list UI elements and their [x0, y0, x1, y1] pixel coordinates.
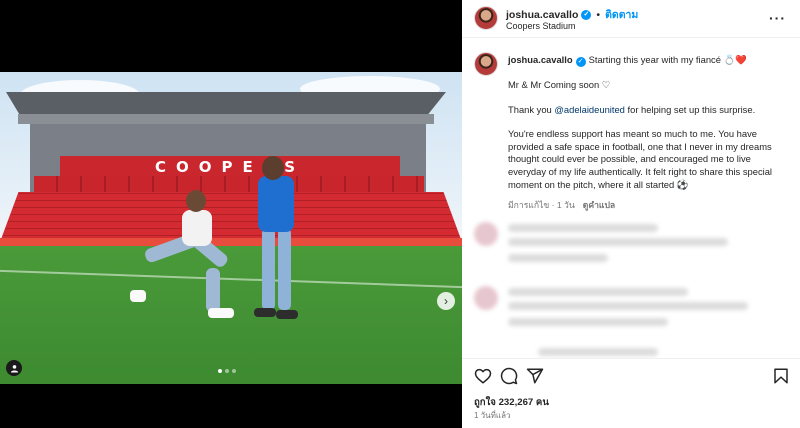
blurred-text	[508, 302, 748, 310]
post-photo[interactable]: COOPERS ›	[0, 72, 462, 384]
standing-person-head	[262, 156, 284, 180]
separator: •	[596, 8, 601, 21]
caption-line: joshua.cavallo ✓ Starting this year with m…	[508, 54, 788, 67]
standing-person-leg	[262, 228, 275, 310]
comment-blurred	[474, 222, 788, 276]
location-link[interactable]: Coopers Stadium	[506, 21, 576, 31]
comment-icon[interactable]	[500, 367, 518, 385]
caption-paragraph: You're endless support has meant so much…	[508, 128, 788, 191]
chevron-right-icon[interactable]: ›	[437, 292, 455, 310]
caption-paragraph: Thank you @adelaideunited for helping se…	[508, 104, 788, 117]
carousel-dots	[218, 369, 236, 373]
stand-sign-text: COOPERS	[154, 158, 306, 176]
avatar[interactable]	[474, 6, 498, 30]
blurred-text	[508, 254, 608, 262]
caption-meta: มีการแก้ไข · 1 วัน ดูคำแปล	[508, 199, 788, 212]
caption-text: for helping set up this surprise.	[624, 103, 756, 115]
caption-text: You're endless support has meant so much…	[508, 128, 773, 190]
carousel-dot	[225, 369, 229, 373]
verified-badge-icon: ✓	[581, 9, 592, 20]
standing-person-leg	[278, 228, 291, 310]
caption-paragraph: Mr & Mr Coming soon ♡	[508, 79, 788, 92]
standing-person-shirt	[258, 176, 294, 232]
lower-seats	[0, 192, 462, 242]
avatar[interactable]	[474, 52, 498, 76]
post-actions: ถูกใจ 232,267 คน 1 วันที่แล้ว	[462, 358, 800, 428]
kneeling-person-shin	[206, 268, 220, 312]
blurred-text	[508, 238, 728, 246]
edited-time: มีการแก้ไข · 1 วัน	[508, 200, 575, 211]
shoe	[254, 308, 276, 317]
kneeling-person-head	[186, 190, 206, 212]
kneeling-person-shirt	[182, 210, 212, 246]
shoe	[130, 290, 146, 302]
share-icon[interactable]	[526, 367, 544, 385]
blurred-text	[538, 348, 658, 356]
verified-badge-icon: ✓	[575, 57, 586, 67]
avatar	[474, 286, 498, 310]
comment-blurred	[474, 286, 788, 340]
user-icon	[10, 364, 18, 373]
likes-count[interactable]: ถูกใจ 232,267 คน	[474, 395, 549, 410]
ring-heart-emoji: 💍❤️	[723, 54, 747, 65]
shoe	[276, 310, 298, 319]
post-timestamp: 1 วันที่แล้ว	[474, 411, 511, 420]
comment-blurred	[474, 346, 788, 358]
caption-text: Mr & Mr Coming soon	[508, 79, 600, 90]
follow-button[interactable]: ติดตาม	[605, 6, 638, 23]
post-side-panel: joshua.cavallo ✓ • ติดตาม Coopers Stadiu…	[462, 0, 800, 428]
blurred-text	[508, 318, 668, 326]
post-media-panel: COOPERS ›	[0, 0, 462, 428]
avatar	[474, 222, 498, 246]
blurred-text	[508, 288, 688, 296]
caption-body: joshua.cavallo ✓ Starting this year with m…	[508, 54, 788, 212]
heart-icon[interactable]	[474, 367, 492, 385]
caption-text: Thank you	[508, 103, 555, 115]
caption-text: Starting this year with my fiancé	[588, 54, 721, 65]
username-link[interactable]: joshua.cavallo	[506, 9, 578, 21]
bookmark-icon[interactable]	[772, 367, 790, 385]
caption-area: joshua.cavallo ✓ Starting this year with m…	[462, 46, 800, 358]
caption-username[interactable]: joshua.cavallo	[508, 54, 573, 65]
carousel-dot	[218, 369, 222, 373]
soccer-ball-emoji: ⚽	[676, 178, 689, 190]
mention-link[interactable]: @adelaideunited	[554, 104, 625, 115]
heart-outline-emoji: ♡	[601, 79, 611, 90]
upper-seats	[34, 176, 424, 192]
advertising-hoarding	[0, 238, 462, 246]
shoe	[208, 308, 234, 318]
stand-roof	[6, 92, 446, 114]
blurred-text	[508, 224, 658, 232]
user-tag-button[interactable]	[6, 360, 22, 376]
carousel-dot	[232, 369, 236, 373]
more-options-icon[interactable]: ···	[769, 10, 786, 26]
stand-roof-underside	[18, 114, 434, 124]
post-header: joshua.cavallo ✓ • ติดตาม Coopers Stadiu…	[462, 0, 800, 38]
see-translation-button[interactable]: ดูคำแปล	[583, 199, 615, 212]
